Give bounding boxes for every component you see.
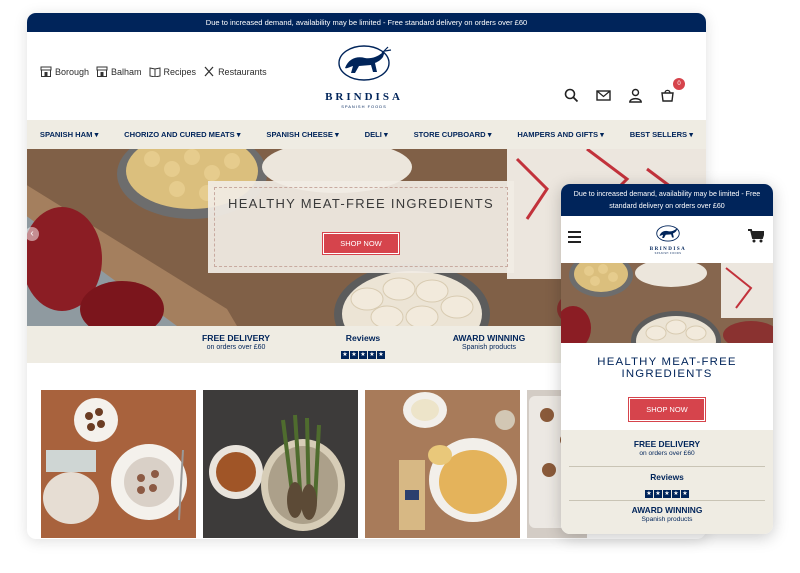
header-link-balham[interactable]: Balham — [96, 66, 142, 77]
basket-button[interactable]: 0 — [660, 78, 685, 104]
star-icon: ★ — [681, 490, 689, 498]
product-tile[interactable] — [41, 390, 196, 538]
hero-caption-box: HEALTHY MEAT-FREE INGREDIENTS SHOP NOW — [208, 181, 514, 273]
header-actions: 0 — [564, 78, 685, 104]
star-icon: ★ — [368, 351, 376, 359]
product-tile[interactable] — [203, 390, 358, 538]
usp-reviews[interactable]: Reviews ★ ★ ★ ★ ★ — [561, 472, 773, 500]
usp-award-winning: AWARD WINNING Spanish products — [561, 505, 773, 523]
mobile-promo-banner: Due to increased demand, availability ma… — [561, 184, 773, 216]
usp-title: FREE DELIVERY — [202, 333, 270, 343]
header-link-label: Recipes — [163, 66, 197, 77]
hero-food-photo — [561, 263, 773, 343]
hamburger-menu-icon[interactable] — [568, 231, 581, 243]
nav-item-best-sellers[interactable]: BEST SELLERS ▾ — [630, 130, 693, 139]
star-icon: ★ — [377, 351, 385, 359]
mobile-hero-title: HEALTHY MEAT-FREE INGREDIENTS — [597, 356, 737, 380]
product-image — [365, 390, 520, 538]
usp-award-winning: AWARD WINNING Spanish products — [439, 333, 539, 351]
search-icon — [564, 88, 579, 103]
star-icon: ★ — [654, 490, 662, 498]
usp-title: AWARD WINNING — [452, 333, 526, 343]
brand-tagline: SPANISH FOODS — [341, 104, 387, 109]
header-links: Borough Balham Recipes Restaurants — [40, 66, 267, 77]
rating-stars: ★ ★ ★ ★ ★ — [645, 490, 689, 498]
promo-banner: Due to increased demand, availability ma… — [27, 13, 706, 32]
star-icon: ★ — [645, 490, 653, 498]
search-button[interactable] — [564, 88, 580, 104]
usp-subtitle: on orders over £60 — [639, 450, 695, 457]
hero-title: HEALTHY MEAT-FREE INGREDIENTS — [228, 196, 494, 211]
star-icon: ★ — [672, 490, 680, 498]
email-button[interactable] — [596, 88, 612, 104]
store-icon — [40, 66, 52, 77]
mail-icon — [596, 90, 611, 101]
usp-title: AWARD WINNING — [631, 505, 703, 515]
rating-stars: ★ ★ ★ ★ ★ — [341, 351, 385, 359]
mobile-shop-now-button[interactable]: SHOP NOW — [628, 397, 706, 422]
user-icon — [629, 88, 642, 103]
brand-name: BRINDISA — [325, 91, 403, 103]
mobile-site-preview: Due to increased demand, availability ma… — [561, 184, 773, 534]
usp-title: Reviews — [650, 472, 684, 482]
header-link-label: Restaurants — [218, 66, 267, 77]
header-link-label: Borough — [55, 66, 90, 77]
account-button[interactable] — [628, 88, 644, 104]
nav-item-spanish-cheese[interactable]: SPANISH CHEESE ▾ — [266, 130, 338, 139]
nav-item-deli[interactable]: DELI ▾ — [365, 130, 388, 139]
star-icon: ★ — [350, 351, 358, 359]
product-tile[interactable] — [365, 390, 520, 538]
brand-logo[interactable]: BRINDISA SPANISH FOODS — [322, 42, 406, 109]
site-header: Borough Balham Recipes Restaurants BRIND… — [27, 32, 706, 120]
usp-free-delivery: FREE DELIVERY on orders over £60 — [200, 333, 272, 351]
cart-count-badge: 0 — [673, 78, 685, 90]
mobile-hero-image[interactable] — [561, 263, 773, 343]
basket-icon — [661, 89, 674, 102]
mobile-brand-logo[interactable]: BRINDISA SPANISH FOODS — [643, 224, 693, 255]
book-icon — [149, 67, 161, 77]
nav-item-hampers[interactable]: HAMPERS AND GIFTS ▾ — [517, 130, 604, 139]
header-link-recipes[interactable]: Recipes — [149, 66, 197, 77]
brand-tagline: SPANISH FOODS — [654, 252, 682, 255]
mobile-cart-button[interactable] — [748, 229, 766, 243]
main-navigation: SPANISH HAM ▾ CHORIZO AND CURED MEATS ▾ … — [27, 120, 706, 149]
store-icon — [96, 66, 108, 77]
star-icon: ★ — [663, 490, 671, 498]
shopping-cart-icon — [748, 229, 766, 243]
header-link-restaurants[interactable]: Restaurants — [203, 66, 267, 77]
header-link-borough[interactable]: Borough — [40, 66, 89, 77]
usp-reviews[interactable]: Reviews ★ ★ ★ ★ ★ — [327, 333, 399, 361]
usp-subtitle: Spanish products — [461, 344, 517, 351]
bull-logo-icon — [338, 45, 392, 81]
mobile-header: BRINDISA SPANISH FOODS — [561, 216, 773, 263]
divider — [569, 466, 765, 467]
header-link-label: Balham — [111, 66, 142, 77]
usp-title: Reviews — [345, 333, 381, 343]
nav-item-store-cupboard[interactable]: STORE CUPBOARD ▾ — [414, 130, 492, 139]
usp-title: FREE DELIVERY — [633, 439, 701, 449]
usp-subtitle: Spanish products — [641, 516, 693, 523]
mobile-usp-panel: FREE DELIVERY on orders over £60 Reviews… — [561, 430, 773, 534]
nav-item-chorizo[interactable]: CHORIZO AND CURED MEATS ▾ — [124, 130, 240, 139]
usp-subtitle: on orders over £60 — [206, 344, 266, 351]
nav-item-spanish-ham[interactable]: SPANISH HAM ▾ — [40, 130, 99, 139]
star-icon: ★ — [341, 351, 349, 359]
bull-logo-icon — [656, 225, 680, 242]
star-icon: ★ — [359, 351, 367, 359]
product-image — [203, 390, 358, 538]
product-image — [41, 390, 196, 538]
shop-now-button[interactable]: SHOP NOW — [322, 232, 400, 255]
divider — [569, 500, 765, 501]
cutlery-icon — [204, 66, 214, 77]
usp-free-delivery: FREE DELIVERY on orders over £60 — [561, 439, 773, 457]
